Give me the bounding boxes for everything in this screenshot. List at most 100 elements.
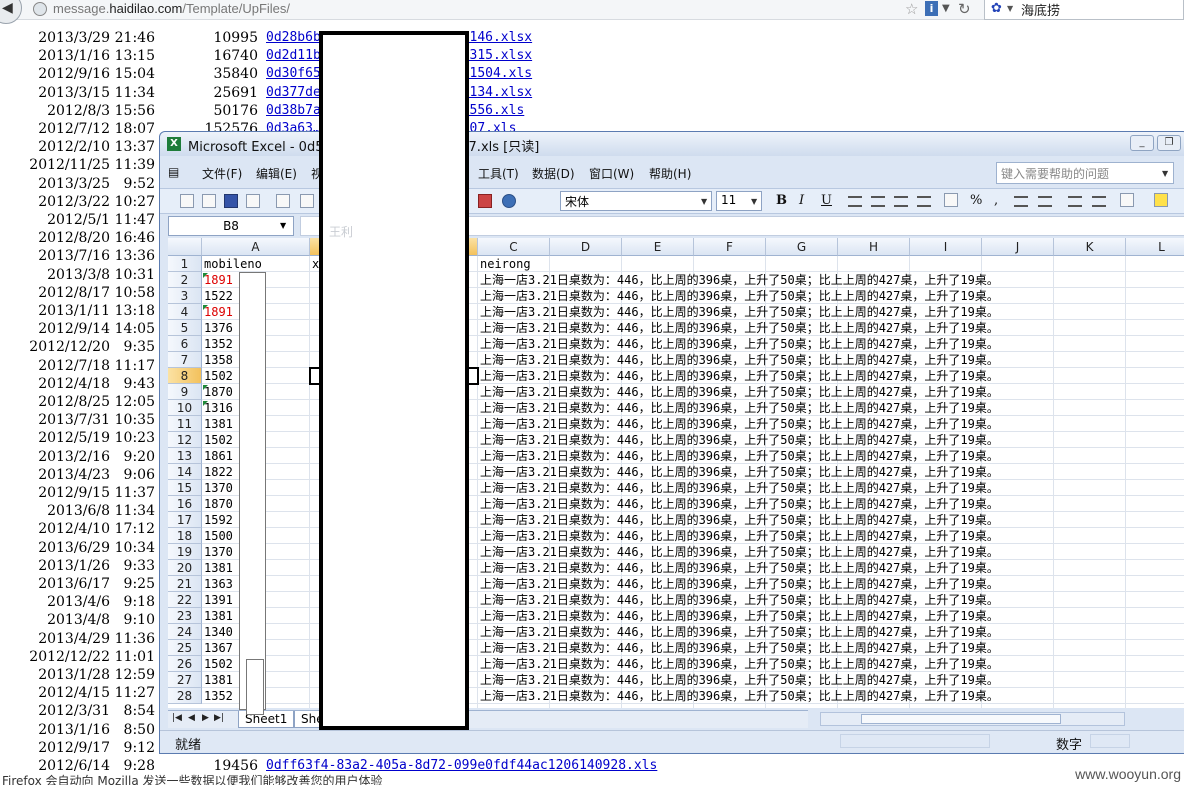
cell-content[interactable]: 上海一店3.21日桌数为：446，比上周的396桌，上升了50桌；比上上周的42… <box>480 544 1184 560</box>
column-header-j[interactable]: J <box>982 238 1054 256</box>
decrease-decimal-icon[interactable] <box>1038 196 1052 207</box>
cell-content[interactable]: 上海一店3.21日桌数为：446，比上周的396桌，上升了50桌；比上上周的42… <box>480 624 1184 640</box>
cell-content[interactable]: 上海一店3.21日桌数为：446，比上周的396桌，上升了50桌；比上上周的42… <box>480 464 1184 480</box>
chevron-down-icon[interactable]: ▼ <box>701 197 707 206</box>
search-input[interactable]: ✿ ▼ 海底捞 <box>984 0 1184 20</box>
comma-style-button[interactable]: , <box>994 193 998 208</box>
chevron-down-icon[interactable]: ▼ <box>280 221 286 230</box>
cell-content[interactable]: 上海一店3.21日桌数为：446，比上周的396桌，上升了50桌；比上上周的42… <box>480 672 1184 688</box>
minimize-button[interactable]: _ <box>1130 135 1154 151</box>
row-header[interactable]: 17 <box>168 512 202 528</box>
merge-center-icon[interactable] <box>917 196 931 207</box>
doc-icon[interactable]: ▤ <box>168 165 179 179</box>
column-header-l[interactable]: L <box>1126 238 1184 256</box>
row-header[interactable]: 2 <box>168 272 202 288</box>
row-header[interactable]: 16 <box>168 496 202 512</box>
chevron-down-icon[interactable]: ▼ <box>1162 169 1168 178</box>
row-header[interactable]: 25 <box>168 640 202 656</box>
align-left-icon[interactable] <box>848 196 862 207</box>
row-header[interactable]: 21 <box>168 576 202 592</box>
bold-button[interactable]: B <box>776 193 787 208</box>
back-button[interactable]: ◀ <box>0 0 22 24</box>
borders-icon[interactable] <box>1120 193 1134 207</box>
row-header[interactable]: 11 <box>168 416 202 432</box>
column-header-c[interactable]: C <box>478 238 550 256</box>
row-header[interactable]: 8 <box>168 368 202 384</box>
align-right-icon[interactable] <box>894 196 908 207</box>
column-header-k[interactable]: K <box>1054 238 1126 256</box>
cell-content[interactable]: 上海一店3.21日桌数为：446，比上周的396桌，上升了50桌；比上上周的42… <box>480 592 1184 608</box>
help-icon[interactable] <box>502 194 516 208</box>
cell-content[interactable]: 上海一店3.21日桌数为：446，比上周的396桌，上升了50桌；比上上周的42… <box>480 416 1184 432</box>
row-header[interactable]: 22 <box>168 592 202 608</box>
cell-content[interactable]: 上海一店3.21日桌数为：446，比上周的396桌，上升了50桌；比上上周的42… <box>480 400 1184 416</box>
menu-help[interactable]: 帮助(H) <box>649 165 691 182</box>
cell-content[interactable]: 上海一店3.21日桌数为：446，比上周的396桌，上升了50桌；比上上周的42… <box>480 432 1184 448</box>
cell-content[interactable]: 上海一店3.21日桌数为：446，比上周的396桌，上升了50桌；比上上周的42… <box>480 304 1184 320</box>
row-header[interactable]: 1 <box>168 256 202 272</box>
row-header[interactable]: 24 <box>168 624 202 640</box>
percent-button[interactable]: % <box>970 193 982 208</box>
italic-button[interactable]: I <box>799 193 804 208</box>
column-header-g[interactable]: G <box>766 238 838 256</box>
file-link[interactable]: 0dff63f4-83a2-405a-8d72-099e0fdf44ac1206… <box>266 758 657 773</box>
save-icon[interactable] <box>224 194 238 208</box>
cell-content[interactable]: 上海一店3.21日桌数为：446，比上周的396桌，上升了50桌；比上上周的42… <box>480 688 1184 704</box>
row-header[interactable]: 9 <box>168 384 202 400</box>
cell-content[interactable]: 上海一店3.21日桌数为：446，比上周的396桌，上升了50桌；比上上周的42… <box>480 368 1184 384</box>
cell-content[interactable]: 上海一店3.21日桌数为：446，比上周的396桌，上升了50桌；比上上周的42… <box>480 384 1184 400</box>
row-header[interactable]: 4 <box>168 304 202 320</box>
column-header-d[interactable]: D <box>550 238 622 256</box>
font-size-select[interactable]: 11 ▼ <box>716 191 762 211</box>
menu-edit[interactable]: 编辑(E) <box>256 165 297 182</box>
fill-color-icon[interactable] <box>1154 193 1168 207</box>
menu-window[interactable]: 窗口(W) <box>589 165 634 182</box>
cell-content[interactable]: 上海一店3.21日桌数为：446，比上周的396桌，上升了50桌；比上上周的42… <box>480 352 1184 368</box>
cell-content[interactable]: 上海一店3.21日桌数为：446，比上周的396桌，上升了50桌；比上上周的42… <box>480 480 1184 496</box>
cell-content[interactable]: 上海一店3.21日桌数为：446，比上周的396桌，上升了50桌；比上上周的42… <box>480 448 1184 464</box>
search-engine-dropdown-icon[interactable]: ▼ <box>1007 4 1013 13</box>
help-search-input[interactable]: 键入需要帮助的问题 <box>996 162 1174 184</box>
row-header[interactable]: 28 <box>168 688 202 704</box>
restore-button[interactable]: ❐ <box>1157 135 1181 151</box>
bookmark-star-icon[interactable]: ☆ <box>905 0 918 18</box>
cell-content[interactable]: 上海一店3.21日桌数为：446，比上周的396桌，上升了50桌；比上上周的42… <box>480 336 1184 352</box>
column-header-e[interactable]: E <box>622 238 694 256</box>
column-header-i[interactable]: I <box>910 238 982 256</box>
baidu-paw-icon[interactable]: ✿ <box>991 1 1002 16</box>
underline-button[interactable]: U <box>821 193 832 208</box>
row-header[interactable]: 20 <box>168 560 202 576</box>
permission-icon[interactable] <box>246 194 260 208</box>
column-header-h[interactable]: H <box>838 238 910 256</box>
font-name-select[interactable]: 宋体 ▼ <box>560 191 712 211</box>
cell-content[interactable]: 上海一店3.21日桌数为：446，比上周的396桌，上升了50桌；比上上周的42… <box>480 528 1184 544</box>
row-header[interactable]: 15 <box>168 480 202 496</box>
cell-content[interactable]: 上海一店3.21日桌数为：446，比上周的396桌，上升了50桌；比上上周的42… <box>480 560 1184 576</box>
cell-content[interactable]: 上海一店3.21日桌数为：446，比上周的396桌，上升了50桌；比上上周的42… <box>480 512 1184 528</box>
cell-header-neirong[interactable]: neirong <box>480 256 1184 272</box>
open-folder-icon[interactable] <box>202 194 216 208</box>
decrease-indent-icon[interactable] <box>1068 196 1082 207</box>
cell-content[interactable]: 上海一店3.21日桌数为：446，比上周的396桌，上升了50桌；比上上周的42… <box>480 576 1184 592</box>
row-header[interactable]: 12 <box>168 432 202 448</box>
row-header[interactable]: 26 <box>168 656 202 672</box>
menu-file[interactable]: 文件(F) <box>202 165 242 182</box>
row-header[interactable]: 13 <box>168 448 202 464</box>
cell-content[interactable]: 上海一店3.21日桌数为：446，比上周的396桌，上升了50桌；比上上周的42… <box>480 288 1184 304</box>
new-file-icon[interactable] <box>180 194 194 208</box>
reload-icon[interactable]: ↻ <box>958 0 971 18</box>
horizontal-scrollbar[interactable] <box>820 712 1125 726</box>
select-all-corner[interactable] <box>168 238 202 256</box>
row-header[interactable]: 5 <box>168 320 202 336</box>
print-preview-icon[interactable] <box>300 194 314 208</box>
chevron-down-icon[interactable]: ▼ <box>751 197 757 206</box>
row-header[interactable]: 19 <box>168 544 202 560</box>
row-header[interactable]: 6 <box>168 336 202 352</box>
menu-tools[interactable]: 工具(T) <box>478 165 519 182</box>
increase-indent-icon[interactable] <box>1092 196 1106 207</box>
url-field[interactable]: message.haidilao.com/Template/UpFiles/ <box>53 1 290 16</box>
cell-content[interactable]: 上海一店3.21日桌数为：446，比上周的396桌，上升了50桌；比上上周的42… <box>480 608 1184 624</box>
row-header[interactable]: 18 <box>168 528 202 544</box>
row-header[interactable]: 10 <box>168 400 202 416</box>
cell-content[interactable]: 上海一店3.21日桌数为：446，比上周的396桌，上升了50桌；比上上周的42… <box>480 496 1184 512</box>
